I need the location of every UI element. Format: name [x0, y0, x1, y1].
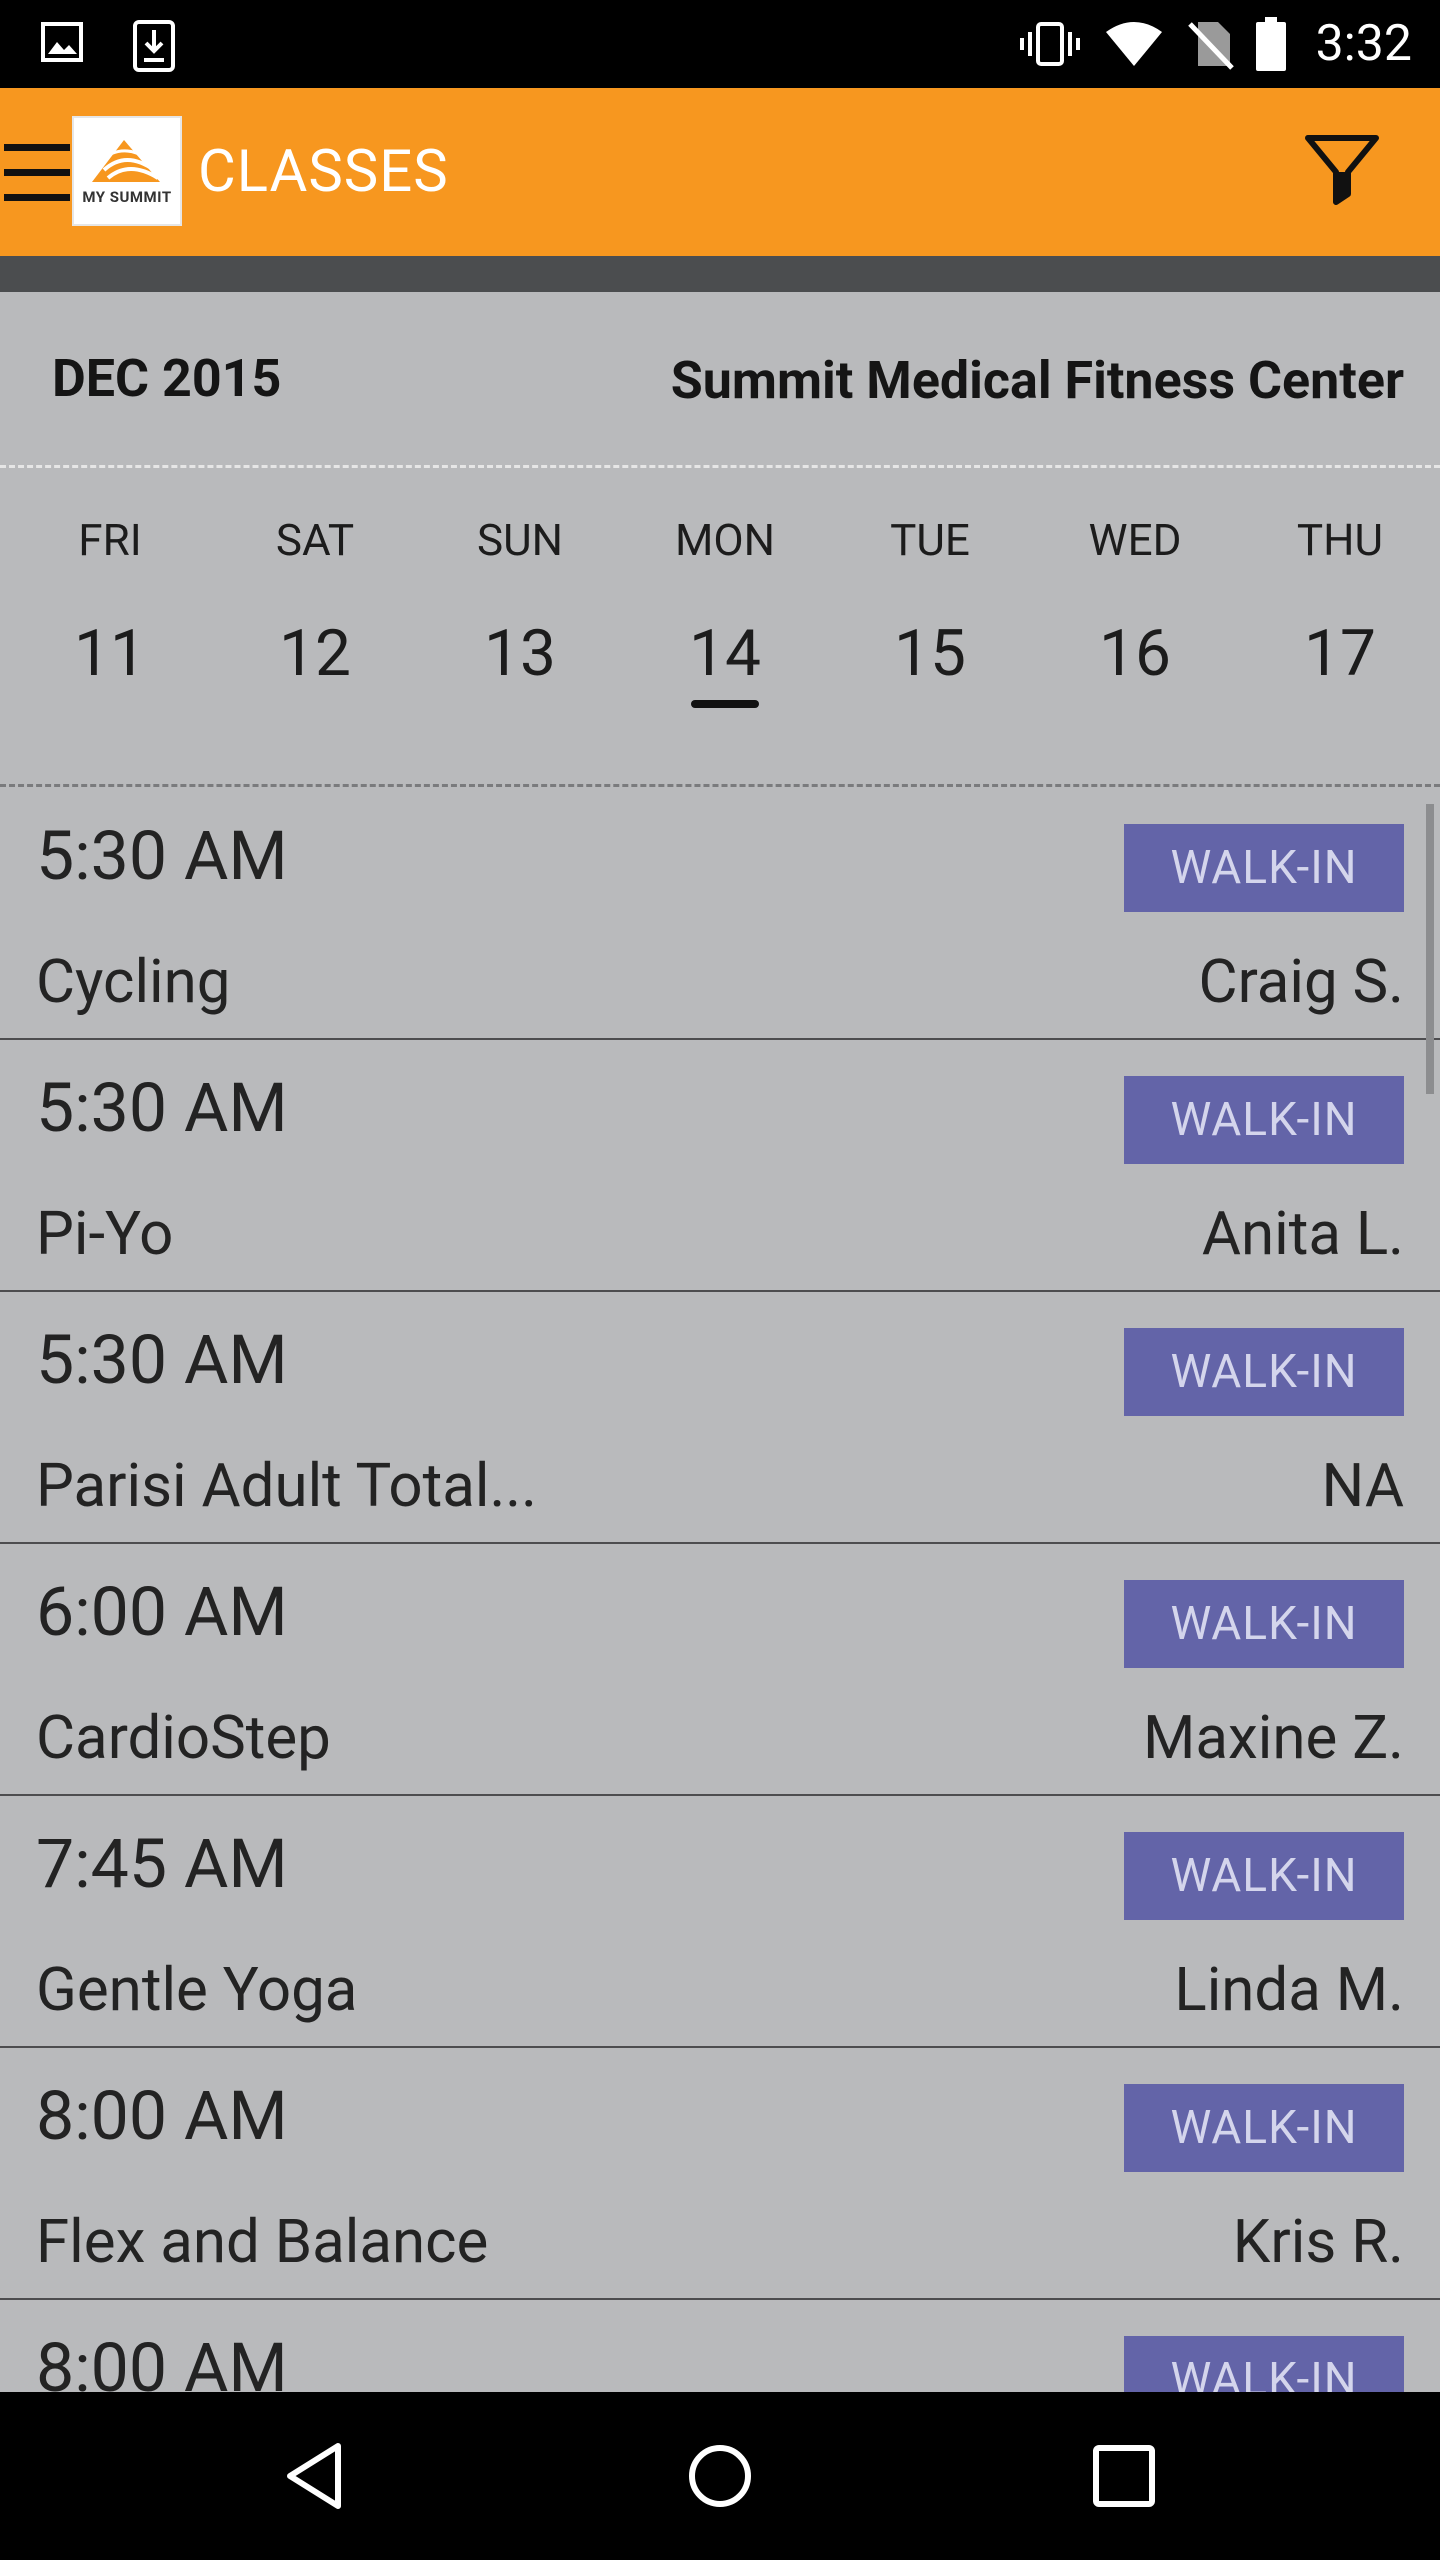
day-name: WED: [1088, 514, 1182, 566]
class-name: Flex and Balance: [36, 2206, 489, 2277]
class-row[interactable]: 7:45 AM WALK-IN Gentle Yoga Linda M.: [0, 1796, 1440, 2048]
class-name: Gentle Yoga: [36, 1954, 358, 2025]
day-name: SUN: [476, 514, 564, 566]
day-name: SAT: [275, 514, 355, 566]
day-item[interactable]: TUE 15: [830, 468, 1030, 784]
class-time: 7:45 AM: [36, 1824, 288, 1904]
class-row[interactable]: 8:00 AM WALK-IN: [0, 2300, 1440, 2392]
day-selector: FRI 11 SAT 12 SUN 13 MON 14 TUE 15 WED 1…: [0, 468, 1440, 784]
walk-in-badge: WALK-IN: [1124, 2336, 1404, 2392]
day-name: MON: [674, 514, 776, 566]
day-item[interactable]: FRI 11: [10, 468, 210, 784]
navigation-bar: [0, 2392, 1440, 2560]
class-row[interactable]: 6:00 AM WALK-IN CardioStep Maxine Z.: [0, 1544, 1440, 1796]
instructor-name: Linda M.: [1174, 1954, 1404, 2025]
logo-text: MY SUMMIT: [82, 188, 172, 206]
home-icon[interactable]: [680, 2436, 760, 2516]
day-number: 12: [279, 616, 351, 691]
day-number: 14: [689, 616, 761, 691]
app-logo: MY SUMMIT: [72, 116, 182, 226]
day-name: THU: [1296, 514, 1384, 566]
day-number: 17: [1304, 616, 1376, 691]
download-icon: [132, 20, 176, 72]
day-number: 15: [894, 616, 966, 691]
battery-icon: [1255, 17, 1286, 71]
calendar-header: DEC 2015 Summit Medical Fitness Center: [0, 292, 1440, 466]
day-item[interactable]: SUN 13: [420, 468, 620, 784]
day-number: 11: [74, 616, 146, 691]
day-name: FRI: [78, 514, 142, 566]
instructor-name: NA: [1321, 1450, 1404, 1521]
class-row[interactable]: 5:30 AM WALK-IN Parisi Adult Total... NA: [0, 1292, 1440, 1544]
page-title: CLASSES: [198, 138, 449, 206]
month-label[interactable]: DEC 2015: [52, 292, 281, 466]
app-bar: MY SUMMIT CLASSES: [0, 88, 1440, 256]
class-time: 5:30 AM: [36, 1068, 288, 1148]
no-sim-icon: [1186, 18, 1234, 70]
status-bar: 3:32: [0, 0, 1440, 88]
instructor-name: Maxine Z.: [1143, 1702, 1404, 1773]
walk-in-badge: WALK-IN: [1124, 1832, 1404, 1920]
appbar-divider: [0, 256, 1440, 292]
instructor-name: Craig S.: [1198, 946, 1404, 1017]
walk-in-badge: WALK-IN: [1124, 1076, 1404, 1164]
walk-in-badge: WALK-IN: [1124, 2084, 1404, 2172]
walk-in-badge: WALK-IN: [1124, 1328, 1404, 1416]
class-time: 5:30 AM: [36, 816, 288, 896]
instructor-name: Anita L.: [1201, 1198, 1404, 1269]
day-name: TUE: [890, 514, 970, 566]
hamburger-menu-icon[interactable]: [0, 138, 72, 208]
class-name: Cycling: [36, 946, 231, 1017]
facility-name[interactable]: Summit Medical Fitness Center: [671, 294, 1404, 468]
status-clock: 3:32: [1315, 15, 1412, 73]
class-row[interactable]: 5:30 AM WALK-IN Cycling Craig S.: [0, 788, 1440, 1040]
back-icon[interactable]: [276, 2436, 356, 2516]
wifi-icon: [1104, 20, 1164, 68]
class-time: 6:00 AM: [36, 1572, 288, 1652]
class-list[interactable]: 5:30 AM WALK-IN Cycling Craig S. 5:30 AM…: [0, 788, 1440, 2392]
day-number: 16: [1099, 616, 1171, 691]
image-icon: [40, 20, 84, 72]
filter-icon[interactable]: [1302, 130, 1382, 214]
class-name: CardioStep: [36, 1702, 331, 1773]
day-item[interactable]: WED 16: [1035, 468, 1235, 784]
class-time: 5:30 AM: [36, 1320, 288, 1400]
class-row[interactable]: 5:30 AM WALK-IN Pi-Yo Anita L.: [0, 1040, 1440, 1292]
divider: [0, 784, 1440, 787]
selected-day-indicator: [691, 700, 759, 708]
instructor-name: Kris R.: [1232, 2206, 1404, 2277]
walk-in-badge: WALK-IN: [1124, 824, 1404, 912]
vibrate-icon: [1018, 20, 1082, 68]
class-time: 8:00 AM: [36, 2076, 288, 2156]
day-number: 13: [484, 616, 556, 691]
day-item[interactable]: THU 17: [1240, 468, 1440, 784]
class-time: 8:00 AM: [36, 2328, 288, 2392]
class-name: Pi-Yo: [36, 1198, 174, 1269]
day-item[interactable]: SAT 12: [215, 468, 415, 784]
walk-in-badge: WALK-IN: [1124, 1580, 1404, 1668]
class-row[interactable]: 8:00 AM WALK-IN Flex and Balance Kris R.: [0, 2048, 1440, 2300]
day-item-selected[interactable]: MON 14: [625, 468, 825, 784]
scrollbar[interactable]: [1426, 804, 1434, 1094]
recents-icon[interactable]: [1084, 2436, 1164, 2516]
class-name: Parisi Adult Total...: [36, 1450, 537, 1521]
